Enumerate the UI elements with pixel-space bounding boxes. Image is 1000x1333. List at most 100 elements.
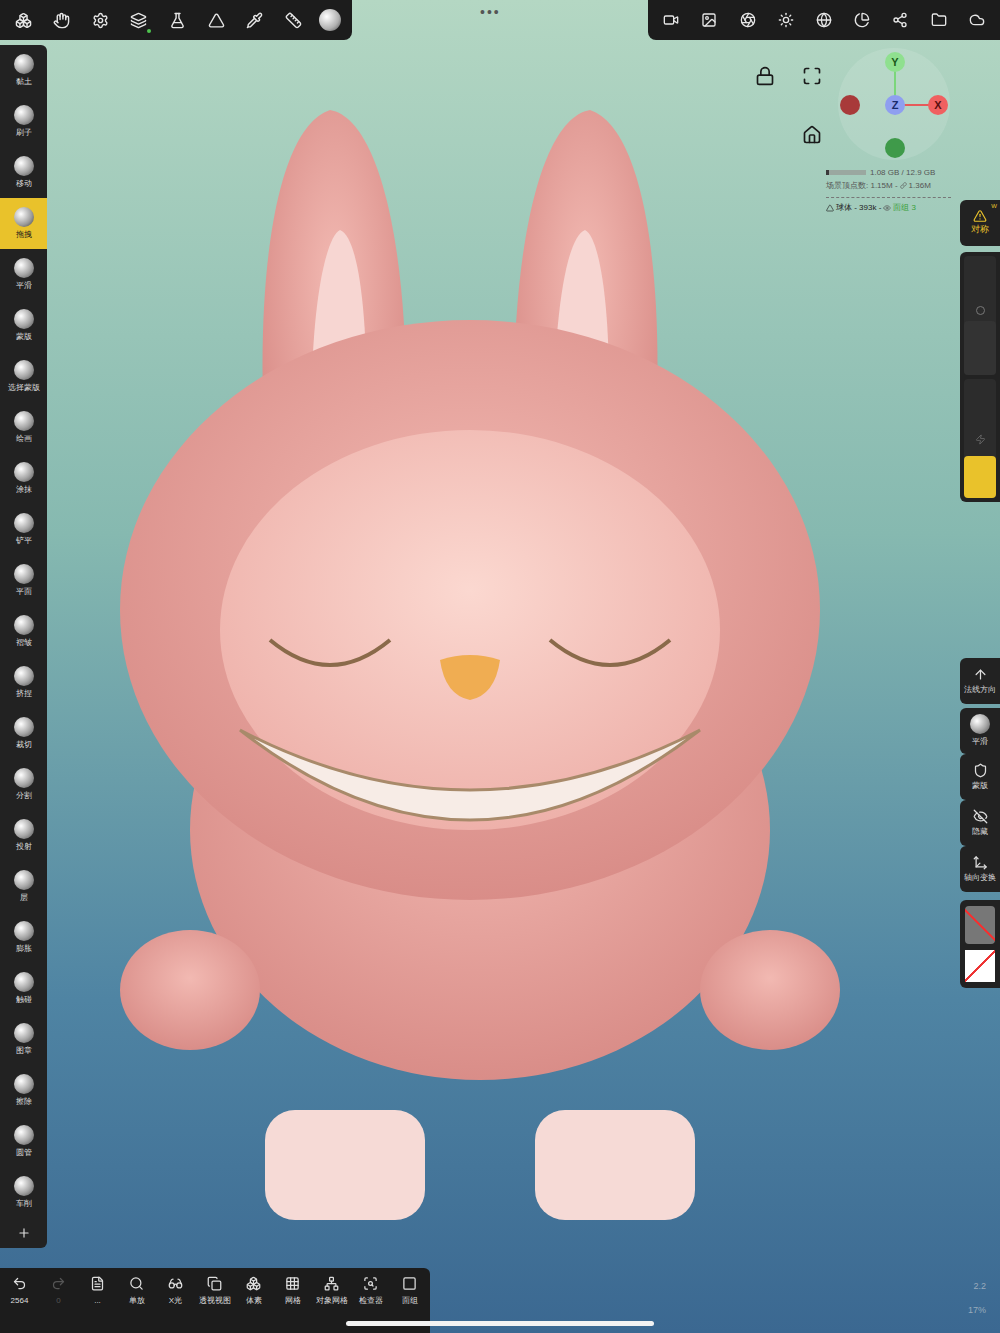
left-tool-button[interactable]: 涂抹 [0, 453, 47, 504]
right-tool-button[interactable]: 蒙版 [960, 754, 1000, 800]
axis-neg-y-icon[interactable] [885, 138, 905, 158]
toolbar-button[interactable] [850, 8, 874, 32]
tool-icon [969, 12, 985, 28]
viewport[interactable] [100, 110, 860, 1230]
axis-z[interactable]: Z [885, 95, 905, 115]
sculpt-model-icon[interactable] [100, 110, 860, 1230]
bottom-tool-button[interactable]: 网格 [273, 1276, 312, 1307]
home-icon[interactable] [802, 125, 822, 145]
axis-x[interactable]: X [928, 95, 948, 115]
color-swatch-icon[interactable] [965, 950, 995, 982]
tool-icon [12, 1276, 27, 1291]
left-tool-button[interactable]: 黏土 [0, 45, 47, 96]
tool-sphere-icon [14, 768, 34, 788]
toolbar-button[interactable] [126, 8, 151, 33]
tool-sphere-icon [14, 666, 34, 686]
version-text: 2.2 [973, 1280, 986, 1294]
left-tool-button[interactable]: 触碰 [0, 963, 47, 1014]
tool-sphere-icon [14, 207, 34, 227]
tool-sphere-icon [14, 105, 34, 125]
left-tool-button[interactable]: 移动 [0, 147, 47, 198]
left-tool-button[interactable]: 分割 [0, 759, 47, 810]
tool-icon [931, 12, 947, 28]
lock-icon[interactable] [755, 66, 775, 86]
left-tool-button[interactable]: 蒙版 [0, 300, 47, 351]
bottom-tool-button[interactable]: 单放 [117, 1276, 156, 1307]
tool-sphere-icon [14, 1176, 34, 1196]
left-tool-button[interactable]: 擦除 [0, 1065, 47, 1116]
warning-icon [973, 209, 987, 223]
axis-y[interactable]: Y [885, 52, 905, 72]
right-tool-button[interactable]: 轴向变换 [960, 846, 1000, 892]
visible-icon [883, 204, 891, 212]
tool-icon [15, 12, 32, 29]
toolbar-button[interactable] [88, 8, 113, 33]
toolbar-button[interactable] [165, 8, 190, 33]
tool-icon [701, 12, 717, 28]
tool-sphere-icon [14, 156, 34, 176]
left-tool-button[interactable]: 裁切 [0, 708, 47, 759]
toolbar-button[interactable] [774, 8, 798, 32]
tool-sphere-icon [14, 462, 34, 482]
axis-gizmo[interactable]: Y Z X [838, 48, 950, 160]
radius-slider[interactable] [964, 256, 996, 375]
left-toolbar: 黏土刷子移动拖拽平滑蒙版选择蒙版绘画涂抹铲平平面褶皱挤捏裁切分割投射层膨胀触碰图… [0, 45, 47, 1248]
left-tool-button[interactable]: 选择蒙版 [0, 351, 47, 402]
left-tool-button[interactable]: 平面 [0, 555, 47, 606]
toolbar-button[interactable] [11, 8, 36, 33]
intensity-slider[interactable] [964, 379, 996, 498]
bottom-tool-button[interactable]: 透视视图 [195, 1276, 234, 1307]
bottom-tool-button[interactable]: 0 [39, 1276, 78, 1307]
bottom-tool-button[interactable]: 检查器 [351, 1276, 390, 1307]
tool-icon [973, 763, 988, 778]
left-tool-button[interactable]: 圆管 [0, 1116, 47, 1167]
right-tool-button[interactable]: 法线方向 [960, 658, 1000, 704]
left-tool-button[interactable]: 层 [0, 861, 47, 912]
left-tool-button[interactable]: 车削 [0, 1167, 47, 1218]
toolbar-button[interactable] [204, 8, 229, 33]
left-tool-button[interactable]: 挤捏 [0, 657, 47, 708]
bottom-tool-button[interactable]: 对象网格 [312, 1276, 351, 1307]
left-tool-button[interactable]: 平滑 [0, 249, 47, 300]
fullscreen-icon[interactable] [802, 66, 822, 86]
symmetry-button[interactable]: W对称 [960, 200, 1000, 246]
tool-icon [246, 1276, 261, 1291]
tool-icon [168, 1276, 183, 1291]
right-tool-button[interactable]: 隐藏 [960, 800, 1000, 846]
intensity-icon [975, 434, 986, 445]
toolbar-button[interactable] [281, 8, 306, 33]
bottom-tool-button[interactable]: ... [78, 1276, 117, 1307]
material-sphere-icon[interactable] [319, 9, 341, 31]
left-tool-button[interactable]: 褶皱 [0, 606, 47, 657]
toolbar-button[interactable] [49, 8, 74, 33]
left-tool-button[interactable]: 绘画 [0, 402, 47, 453]
status-info: 2.217% [968, 1280, 986, 1317]
face-groups[interactable]: 面组 3 [893, 202, 916, 213]
bottom-tool-button[interactable]: X光 [156, 1276, 195, 1307]
material-swatch-icon[interactable] [965, 906, 995, 944]
plus-icon [17, 1226, 31, 1240]
toolbar-button[interactable] [927, 8, 951, 32]
toolbar-button[interactable] [736, 8, 760, 32]
left-tool-button[interactable]: 铲平 [0, 504, 47, 555]
toolbar-button[interactable] [888, 8, 912, 32]
toolbar-button[interactable] [242, 8, 267, 33]
toolbar-button[interactable] [659, 8, 683, 32]
toolbar-button[interactable] [697, 8, 721, 32]
right-tools: 法线方向平滑蒙版隐藏轴向变换 [960, 658, 1000, 892]
tool-icon [130, 12, 147, 29]
more-menu[interactable]: ••• [480, 2, 501, 23]
bottom-tool-button[interactable]: 体素 [234, 1276, 273, 1307]
axis-neg-x-icon[interactable] [840, 95, 860, 115]
toolbar-button[interactable] [812, 8, 836, 32]
left-tool-button[interactable]: 拖拽 [0, 198, 47, 249]
right-tool-button[interactable]: 平滑 [960, 708, 1000, 754]
left-tool-button[interactable]: 投射 [0, 810, 47, 861]
toolbar-button[interactable] [965, 8, 989, 32]
bottom-tool-button[interactable]: 2564 [0, 1276, 39, 1307]
add-tool-button[interactable] [0, 1218, 47, 1248]
left-tool-button[interactable]: 图章 [0, 1014, 47, 1065]
bottom-tool-button[interactable]: 面组 [390, 1276, 429, 1307]
left-tool-button[interactable]: 刷子 [0, 96, 47, 147]
left-tool-button[interactable]: 膨胀 [0, 912, 47, 963]
